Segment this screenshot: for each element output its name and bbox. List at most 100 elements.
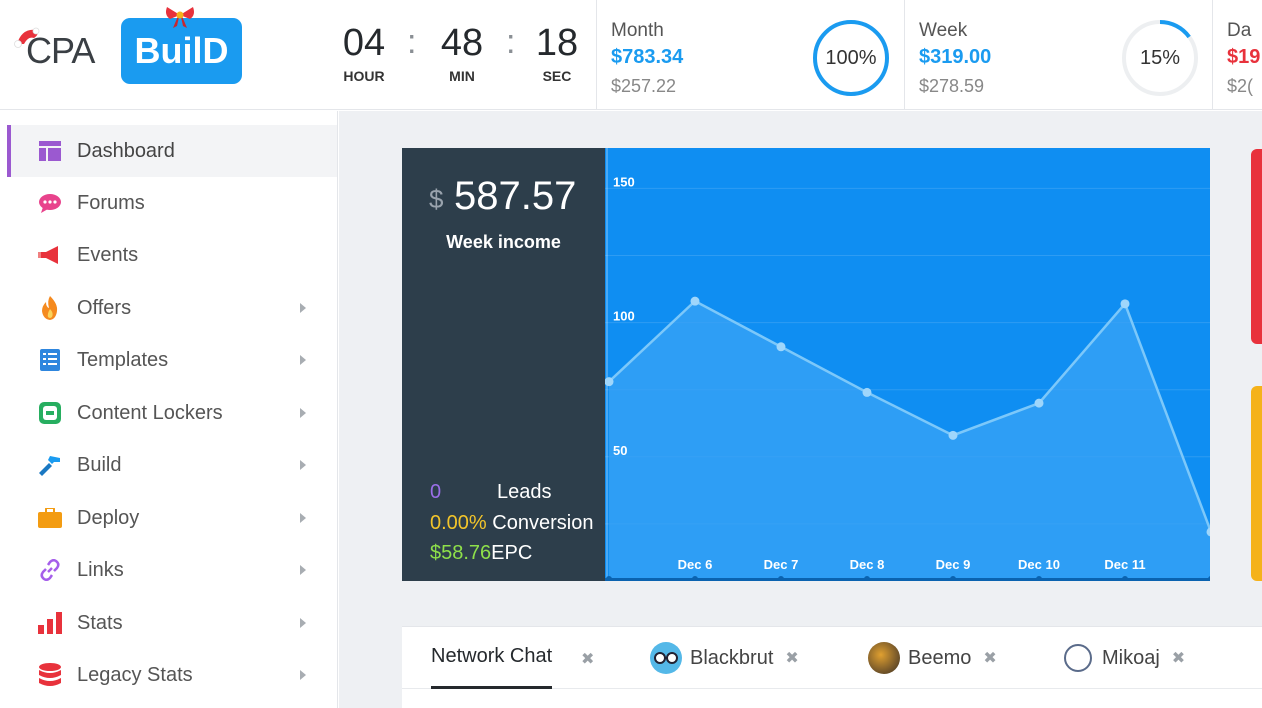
main-content: $ 587.57 Week income 0 Leads 0.00% Conver… [339,111,1262,708]
epc-row: $58.76EPC [430,542,532,565]
income-chart[interactable]: 50 100 150 Dec 6 Dec 7 Dec 8 Dec 9 Dec 10 Dec 11 [605,148,1210,581]
sidebar-item-events[interactable]: Events [8,229,338,281]
income-currency: $ [429,184,444,214]
glasses-avatar-icon [650,642,682,674]
stat-week-progress-ring: 15% [1120,18,1200,98]
close-icon[interactable]: ✖ [785,648,798,668]
chart-x-tick-label: Dec 8 [850,557,885,572]
stat-day-value: $19 [1227,46,1261,68]
sidebar-item-label: Build [77,453,122,476]
stat-week-value: $319.00 [919,46,992,68]
sidebar-item-label: Links [77,558,124,581]
sidebar-item-stats[interactable]: Stats [8,597,338,649]
sidebar-item-build[interactable]: Build [8,439,338,491]
chart-x-tick-label: Dec 10 [1018,557,1060,572]
chat-tabs: Network Chat ✖ Blackbrut ✖ Beemo ✖ Mikoa… [402,627,1262,689]
sidebar-item-label: Legacy Stats [77,663,193,686]
chart-x-tick-label: Dec 7 [764,557,799,572]
week-income-card: $ 587.57 Week income 0 Leads 0.00% Conver… [402,148,605,581]
countdown-hour-label: HOUR [343,68,385,84]
chevron-right-icon [300,408,306,418]
top-header: CPA BuilD 04 HOUR : 48 MIN : 18 SEC Mont… [0,0,1262,110]
chart-point [1034,398,1044,408]
lock-box-icon [38,401,62,425]
chat-bubble-icon [38,191,62,215]
chat-tab-blackbrut[interactable]: Blackbrut ✖ [650,627,799,689]
countdown-separator: : [407,23,417,61]
stat-week-percent: 15% [1139,47,1181,69]
chat-tab-beemo[interactable]: Beemo ✖ [868,627,997,689]
ribbon-bow-icon [166,7,194,28]
close-icon[interactable]: ✖ [1172,648,1185,668]
chart-point [862,387,872,397]
yellow-card-edge [1251,386,1262,581]
stat-month-progress-ring: 100% [811,18,891,98]
chart-x-axis [605,578,1210,581]
stat-day: Da $19 $2( [1212,0,1262,110]
chevron-right-icon [300,670,306,680]
leads-value: 0 [430,481,442,503]
chart-point [948,430,958,440]
chevron-right-icon [300,618,306,628]
chart-x-tick-label: Dec 6 [678,557,713,572]
stat-month: Month $783.34 $257.22 100% [596,0,904,110]
countdown-min-label: MIN [449,68,475,84]
countdown-hour: 04 HOUR [338,22,390,84]
sidebar-item-links[interactable]: Links [8,544,338,596]
sidebar-item-offers[interactable]: Offers [8,282,338,334]
sidebar-item-content-lockers[interactable]: Content Lockers [8,387,338,439]
brand-cpa-text: CPA [26,30,95,71]
chevron-right-icon [300,355,306,365]
chart-y-tick-label: 150 [613,174,635,189]
chat-tab-network[interactable]: Network Chat [431,627,553,689]
link-icon [38,558,62,582]
conversion-row: 0.00% Conversion [430,512,593,535]
hammer-icon [38,453,62,477]
megaphone-icon [38,243,62,267]
chat-tab-mikoaj[interactable]: Mikoaj ✖ [1064,627,1185,689]
empty-avatar-icon [1064,644,1092,672]
bar-chart-icon [38,611,62,635]
sidebar-item-label: Events [77,243,139,266]
chevron-right-icon [300,303,306,313]
sidebar-item-label: Forums [77,191,145,214]
chart-area [609,301,1210,581]
chat-panel: Network Chat ✖ Blackbrut ✖ Beemo ✖ Mikoa… [402,626,1262,708]
close-icon[interactable]: ✖ [983,648,996,668]
chat-tab-label: Beemo [908,646,972,669]
fire-icon [38,296,62,320]
leads-row: 0 Leads [430,481,552,504]
stat-week: Week $319.00 $278.59 15% [904,0,1212,110]
leads-label: Leads [497,481,552,503]
conversion-label: Conversion [492,512,594,534]
countdown-separator: : [506,23,516,61]
chart-y-tick-label: 100 [613,309,635,324]
sidebar-item-dashboard[interactable]: Dashboard [7,125,337,177]
chart-point [1120,299,1130,309]
income-value: 587.57 [454,174,577,218]
chat-tab-label: Mikoaj [1102,646,1160,669]
brand-logo[interactable]: CPA BuilD [8,7,248,90]
sidebar-item-deploy[interactable]: Deploy [8,492,338,544]
stat-month-value: $783.34 [611,46,684,68]
chat-tab-label: Blackbrut [690,646,774,669]
chat-tab-label: Network Chat [431,645,553,667]
sidebar-item-forums[interactable]: Forums [8,177,338,229]
sidebar-item-label: Content Lockers [77,401,223,424]
stat-month-percent: 100% [825,47,877,69]
chart-x-tick-label: Dec 11 [1104,557,1145,572]
stat-week-title: Week [919,20,968,41]
sidebar-item-legacy-stats[interactable]: Legacy Stats [8,649,338,701]
database-icon [38,663,62,687]
income-chart-svg: 50 100 150 Dec 6 Dec 7 Dec 8 Dec 9 Dec 10 Dec 11 [605,148,1210,581]
close-icon[interactable]: ✖ [581,649,594,669]
sidebar-item-label: Stats [77,611,123,634]
countdown-sec-value: 18 [535,22,579,64]
chart-point [690,296,700,306]
sidebar-item-templates[interactable]: Templates [8,334,338,386]
briefcase-icon [38,506,62,530]
chevron-right-icon [300,460,306,470]
chevron-right-icon [300,513,306,523]
stat-day-sub: $2( [1227,76,1254,96]
countdown-min: 48 MIN [434,22,490,84]
